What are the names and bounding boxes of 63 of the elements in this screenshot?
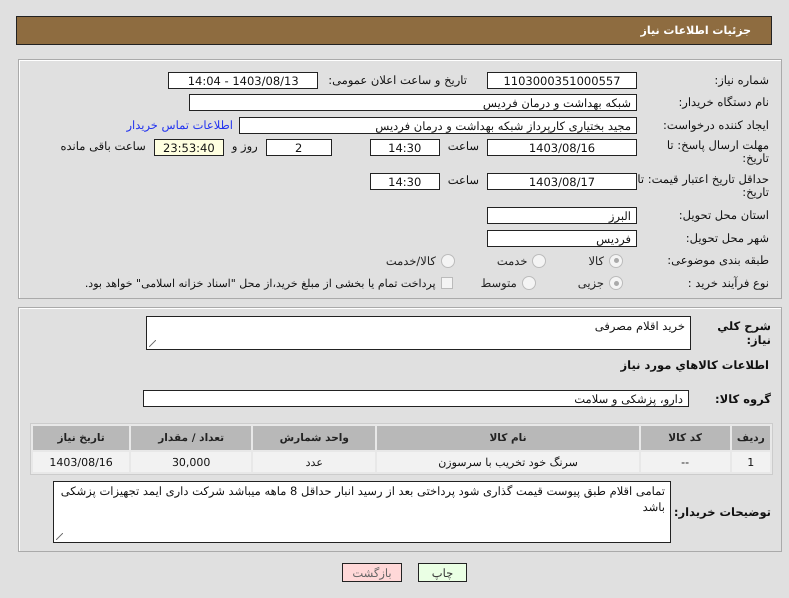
radio-button[interactable] (609, 254, 623, 268)
column-header: تاریخ نیاز (33, 426, 130, 450)
remaining-time-field: 23:53:40 (154, 138, 224, 156)
radio-label: جزیی (578, 276, 604, 290)
creator-field: مجید بختیاری کارپرداز شبکه بهداشت و درمان فردیس (239, 116, 637, 134)
reply-time-field: 14:30 (370, 138, 440, 156)
print-button[interactable]: چاپ (418, 563, 467, 582)
field-label: روز و (232, 138, 258, 152)
radio-button[interactable] (532, 254, 546, 268)
resize-grip-icon (56, 533, 63, 540)
province-field: البرز (487, 207, 637, 224)
radio-label: خدمت (496, 254, 528, 268)
field-label: تاریخ و ساعت اعلان عمومی: (328, 73, 467, 88)
field-label: توضیحات خریدار: (672, 505, 772, 519)
reply-date-field: 1403/08/16 (487, 138, 637, 156)
description-textarea[interactable]: خرید اقلام مصرفی (146, 316, 691, 350)
field-label: حداقل تاریخ اعتبار قیمت: تا تاریخ: (637, 172, 770, 199)
field-label: نام دستگاه خریدار: (677, 96, 770, 110)
table-cell: سرنگ خود تخریب با سرسوزن (377, 452, 639, 472)
buyer-notes-textarea[interactable]: تمامی اقلام طبق پیوست قیمت گذاری شود پرداختی بعد از رسید انبار حداقل 8 ماهه میباشد شرکت داری ایمد تجهیزات پزشکی باشد (53, 481, 671, 543)
section-title: اطلاعات کالاهاي مورد نياز (619, 358, 769, 374)
field-label: ساعت (448, 138, 479, 152)
radio-button[interactable] (522, 276, 536, 290)
table-cell: 1403/08/16 (33, 452, 130, 472)
announce-date-field: 1403/08/13 - 14:04 (168, 72, 318, 89)
column-header: کد کالا (640, 426, 730, 450)
field-label: شهر محل تحویل: (684, 232, 770, 245)
need-number-field: 1103000351000557 (487, 72, 637, 89)
validity-date-field: 1403/08/17 (487, 172, 637, 190)
field-label: مهلت ارسال پاسخ: تا تاریخ: (666, 138, 770, 165)
table-cell: عدد (253, 452, 376, 472)
radio-label: متوسط (480, 276, 517, 290)
field-label: ایجاد کننده درخواست: (662, 118, 770, 132)
buyer-org-field: شبکه بهداشت و درمان فردیس (189, 94, 637, 112)
radio-button[interactable] (440, 254, 455, 268)
goods-group-field: دارو، پزشکی و سلامت (143, 390, 689, 407)
radio-label: کالا/خدمت (386, 254, 436, 268)
city-field: فردیس (487, 230, 637, 247)
page-title: جزئیات اطلاعات نیاز (640, 24, 751, 37)
validity-time-field: 14:30 (370, 172, 440, 190)
table-cell: -- (640, 452, 730, 472)
column-header: واحد شمارش (253, 426, 376, 450)
field-label: نوع فرآیند خرید : (686, 276, 770, 290)
table-cell: 30,000 (131, 452, 252, 472)
days-field: 2 (266, 138, 332, 156)
field-label: طبقه بندی موضوعی: (666, 254, 770, 268)
field-label: ساعت باقی مانده (60, 138, 146, 152)
resize-grip-icon (149, 340, 156, 347)
table-cell: 1 (732, 452, 770, 472)
column-header: ردیف (732, 426, 770, 450)
back-button[interactable]: بازگشت (342, 563, 402, 582)
buyer-contact-link[interactable]: اطلاعات تماس خریدار (126, 118, 233, 132)
checkbox[interactable] (440, 277, 453, 290)
radio-button[interactable] (609, 276, 623, 290)
radio-label: کالا (588, 254, 604, 268)
field-label: شرح کلي نياز: (716, 319, 772, 347)
field-label: استان محل تحویل: (678, 209, 770, 222)
column-header: نام کالا (377, 426, 639, 450)
field-label: شماره نیاز: (713, 74, 770, 87)
field-label: ساعت (448, 172, 479, 186)
checkbox-label: پرداخت تمام یا بخشی از مبلغ خرید،از محل "اسناد خزانه اسلامی" خواهد بود. (84, 276, 436, 290)
column-header: تعداد / مقدار (131, 426, 252, 450)
field-label: گروه کالا: (714, 392, 772, 406)
